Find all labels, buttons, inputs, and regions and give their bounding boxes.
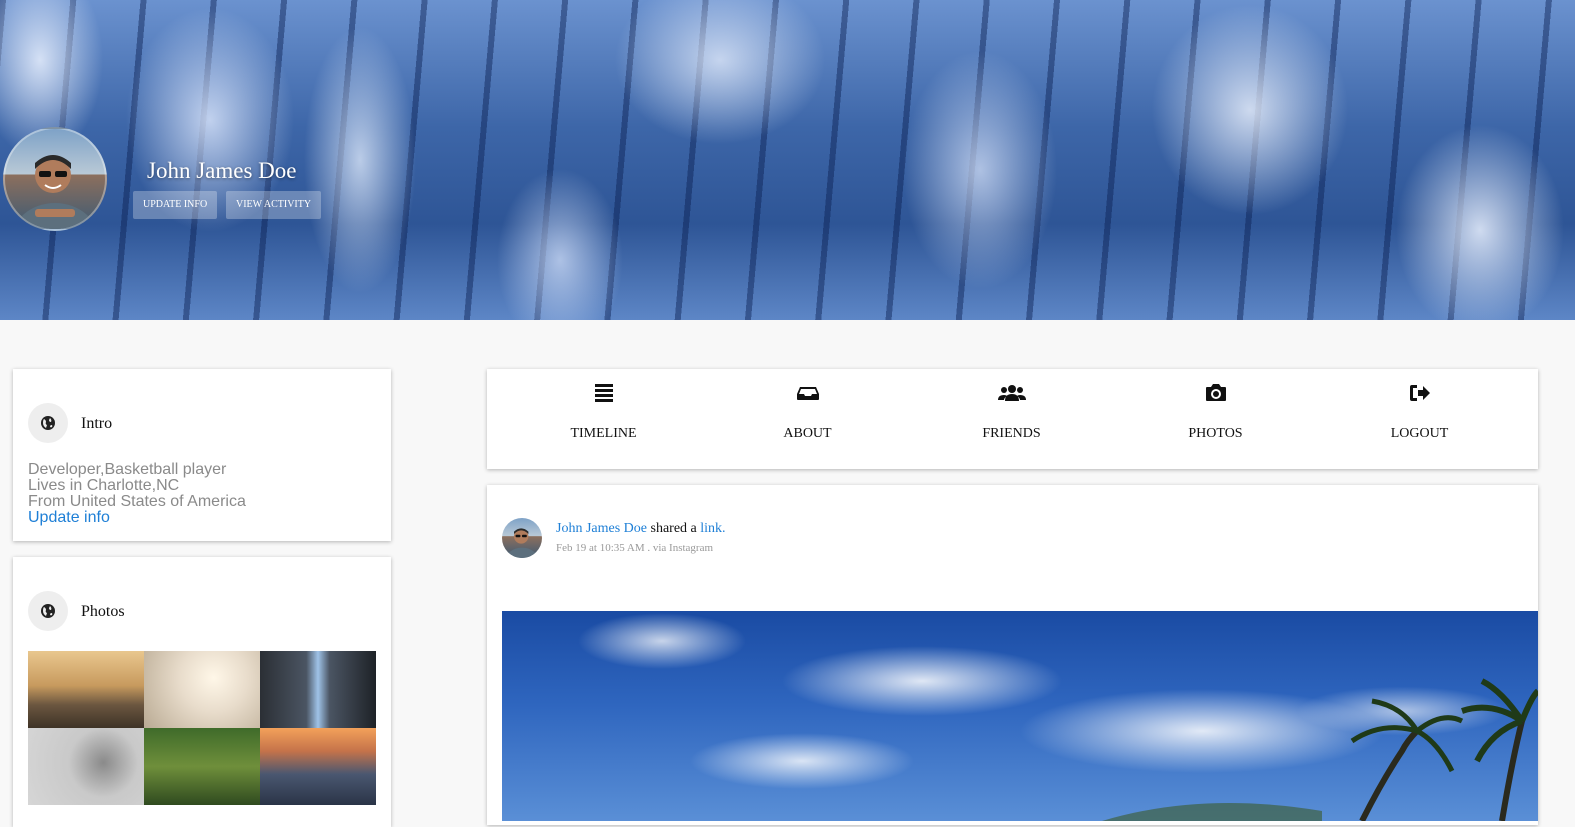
photo-thumbnail[interactable] [260, 728, 376, 805]
list-icon [501, 383, 706, 405]
photo-thumbnail[interactable] [28, 728, 144, 805]
post-timestamp: Feb 19 at 10:35 AM . via Instagram [556, 542, 714, 554]
update-info-button[interactable]: UPDATE INFO [133, 191, 218, 219]
camera-icon [1113, 383, 1318, 405]
nav-photos-label: PHOTOS [1188, 426, 1243, 441]
post-header: John James Doe shared a link. [556, 521, 726, 537]
sign-out-icon [1317, 383, 1522, 405]
update-info-link[interactable]: Update info [28, 510, 246, 526]
nav-logout-label: LOGOUT [1390, 426, 1449, 441]
intro-details: Developer,Basketball player Lives in Cha… [28, 462, 246, 526]
profile-avatar[interactable] [3, 127, 107, 231]
profile-nav: TIMELINE ABOUT FRIENDS PHOTOS LOGOUT [487, 369, 1538, 469]
post-object-link[interactable]: link. [700, 521, 725, 536]
intro-title: Intro [81, 415, 113, 432]
photo-thumbnail[interactable] [28, 651, 144, 728]
post-author-avatar[interactable] [502, 518, 542, 558]
post-author-link[interactable]: John James Doe [556, 521, 647, 536]
photos-title: Photos [81, 603, 125, 620]
globe-icon [28, 591, 68, 631]
inbox-icon [705, 383, 910, 405]
nav-about[interactable]: ABOUT [705, 369, 910, 469]
view-activity-button[interactable]: VIEW ACTIVITY [226, 191, 322, 219]
photo-thumbnail[interactable] [260, 651, 376, 728]
photo-grid [28, 651, 376, 811]
users-icon [909, 383, 1114, 405]
intro-card: Intro Developer,Basketball player Lives … [13, 369, 391, 541]
nav-logout[interactable]: LOGOUT [1317, 369, 1522, 469]
photo-thumbnail[interactable] [144, 651, 260, 728]
nav-timeline-label: TIMELINE [570, 426, 637, 441]
nav-friends[interactable]: FRIENDS [909, 369, 1114, 469]
post-image[interactable] [502, 611, 1538, 821]
nav-timeline[interactable]: TIMELINE [501, 369, 706, 469]
intro-lives-in: Lives in Charlotte,NC [28, 477, 180, 494]
nav-about-label: ABOUT [783, 426, 832, 441]
intro-occupation: Developer,Basketball player [28, 461, 227, 478]
intro-from: From United States of America [28, 493, 246, 510]
globe-icon [28, 403, 68, 443]
profile-name: John James Doe [147, 158, 297, 183]
post-card: John James Doe shared a link. Feb 19 at … [487, 485, 1538, 825]
photo-thumbnail[interactable] [144, 728, 260, 805]
nav-photos[interactable]: PHOTOS [1113, 369, 1318, 469]
nav-friends-label: FRIENDS [982, 426, 1041, 441]
cover-photo: John James Doe UPDATE INFO VIEW ACTIVITY [0, 0, 1575, 320]
post-action-text: shared a [647, 521, 701, 536]
photos-card: Photos [13, 557, 391, 827]
